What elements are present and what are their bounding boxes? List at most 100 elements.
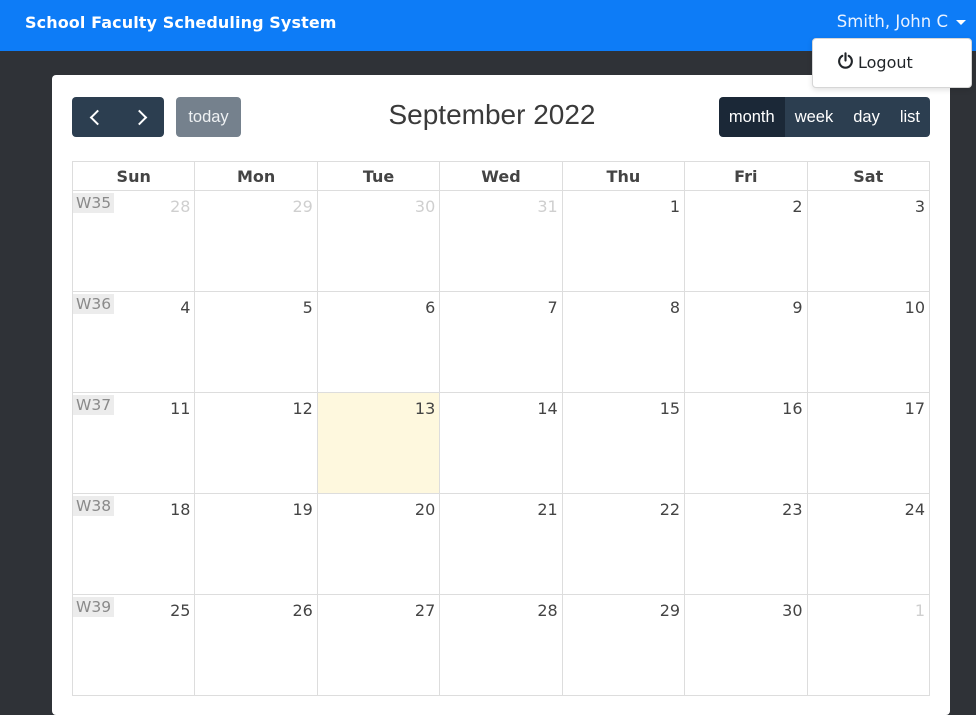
day-number[interactable]: 17 bbox=[905, 399, 925, 418]
prev-next-group bbox=[72, 97, 164, 137]
day-cell[interactable]: 8 bbox=[561, 291, 686, 393]
day-header-wed: Wed bbox=[439, 161, 563, 191]
day-cell[interactable]: 10 bbox=[806, 291, 931, 393]
day-number[interactable]: 11 bbox=[170, 399, 190, 418]
day-cell[interactable]: 23 bbox=[684, 493, 808, 595]
day-number[interactable]: 6 bbox=[425, 298, 435, 317]
day-number[interactable]: 23 bbox=[782, 500, 802, 519]
day-number[interactable]: 29 bbox=[660, 601, 680, 620]
day-cell[interactable]: 20 bbox=[316, 493, 441, 595]
day-header-mon: Mon bbox=[194, 161, 318, 191]
day-cell[interactable]: 5 bbox=[194, 291, 318, 393]
caret-down-icon bbox=[956, 20, 966, 25]
week-row: W35 28 29 30 31 1 2 3 bbox=[71, 190, 931, 292]
view-week-button[interactable]: week bbox=[784, 97, 844, 137]
calendar-card: today September 2022 month week day list Su… bbox=[52, 75, 950, 715]
day-number[interactable]: 21 bbox=[537, 500, 557, 519]
day-cell[interactable]: 19 bbox=[194, 493, 318, 595]
day-number[interactable]: 25 bbox=[170, 601, 190, 620]
day-number[interactable]: 28 bbox=[170, 197, 190, 216]
day-number[interactable]: 5 bbox=[303, 298, 313, 317]
day-number[interactable]: 16 bbox=[782, 399, 802, 418]
day-number[interactable]: 22 bbox=[660, 500, 680, 519]
day-number[interactable]: 28 bbox=[537, 601, 557, 620]
day-number[interactable]: 30 bbox=[415, 197, 435, 216]
day-header-thu: Thu bbox=[561, 161, 686, 191]
day-number[interactable]: 3 bbox=[915, 197, 925, 216]
day-cell[interactable]: 29 bbox=[561, 594, 686, 696]
day-cell[interactable]: 29 bbox=[194, 190, 318, 292]
logout-menu-item[interactable]: Logout bbox=[837, 52, 913, 73]
day-number[interactable]: 19 bbox=[292, 500, 312, 519]
day-number[interactable]: 14 bbox=[537, 399, 557, 418]
day-number[interactable]: 7 bbox=[548, 298, 558, 317]
user-name: Smith, John C bbox=[836, 12, 948, 31]
user-menu-toggle[interactable]: Smith, John C bbox=[837, 12, 966, 31]
week-number[interactable]: W35 bbox=[73, 193, 115, 213]
day-number[interactable]: 4 bbox=[180, 298, 190, 317]
day-cell[interactable]: 12 bbox=[194, 392, 318, 494]
week-number[interactable]: W39 bbox=[73, 597, 115, 617]
day-cell[interactable]: 9 bbox=[684, 291, 808, 393]
day-cell[interactable]: 24 bbox=[806, 493, 931, 595]
day-cell[interactable]: 1 bbox=[806, 594, 931, 696]
month-grid-body: W35 28 29 30 31 1 2 3 W36 4 5 6 7 8 9 10 W37 11 12 13 14 15 16… bbox=[71, 190, 931, 696]
day-cell[interactable]: 17 bbox=[806, 392, 931, 494]
today-button[interactable]: today bbox=[176, 97, 241, 137]
day-number[interactable]: 26 bbox=[292, 601, 312, 620]
day-cell[interactable]: 30 bbox=[316, 190, 441, 292]
day-number[interactable]: 13 bbox=[415, 399, 435, 418]
week-number[interactable]: W36 bbox=[73, 294, 115, 314]
day-header-fri: Fri bbox=[684, 161, 808, 191]
day-header-sun: Sun bbox=[71, 161, 196, 191]
day-number[interactable]: 15 bbox=[660, 399, 680, 418]
day-cell[interactable]: 16 bbox=[684, 392, 808, 494]
day-number[interactable]: 27 bbox=[415, 601, 435, 620]
day-cell[interactable]: 14 bbox=[439, 392, 563, 494]
day-number[interactable]: 24 bbox=[905, 500, 925, 519]
day-cell[interactable]: 31 bbox=[439, 190, 563, 292]
view-switcher: month week day list bbox=[718, 97, 930, 137]
logout-label: Logout bbox=[858, 53, 913, 72]
day-cell[interactable]: 27 bbox=[316, 594, 441, 696]
day-cell[interactable]: 28 bbox=[439, 594, 563, 696]
week-number[interactable]: W37 bbox=[73, 395, 115, 415]
day-number[interactable]: 31 bbox=[537, 197, 557, 216]
day-cell[interactable]: 7 bbox=[439, 291, 563, 393]
day-cell[interactable]: 6 bbox=[316, 291, 441, 393]
day-cell[interactable]: 13 bbox=[316, 392, 441, 494]
day-cell[interactable]: 15 bbox=[561, 392, 686, 494]
day-number[interactable]: 1 bbox=[915, 601, 925, 620]
day-number[interactable]: 2 bbox=[792, 197, 802, 216]
day-cell[interactable]: W36 4 bbox=[71, 291, 196, 393]
view-month-button[interactable]: month bbox=[718, 97, 785, 137]
day-number[interactable]: 29 bbox=[292, 197, 312, 216]
day-cell[interactable]: 3 bbox=[806, 190, 931, 292]
day-number[interactable]: 20 bbox=[415, 500, 435, 519]
day-cell[interactable]: 1 bbox=[561, 190, 686, 292]
day-number[interactable]: 12 bbox=[292, 399, 312, 418]
week-number[interactable]: W38 bbox=[73, 496, 115, 516]
day-cell[interactable]: 22 bbox=[561, 493, 686, 595]
day-number[interactable]: 8 bbox=[670, 298, 680, 317]
day-cell[interactable]: W35 28 bbox=[71, 190, 196, 292]
day-cell[interactable]: 21 bbox=[439, 493, 563, 595]
day-cell[interactable]: W39 25 bbox=[71, 594, 196, 696]
day-cell[interactable]: W38 18 bbox=[71, 493, 196, 595]
day-number[interactable]: 9 bbox=[792, 298, 802, 317]
app-brand[interactable]: School Faculty Scheduling System bbox=[25, 13, 337, 32]
day-number[interactable]: 30 bbox=[782, 601, 802, 620]
view-day-button[interactable]: day bbox=[843, 97, 890, 137]
week-row: W37 11 12 13 14 15 16 17 bbox=[71, 392, 931, 494]
chevron-left-icon bbox=[89, 109, 105, 125]
day-number[interactable]: 18 bbox=[170, 500, 190, 519]
day-cell[interactable]: 2 bbox=[684, 190, 808, 292]
day-number[interactable]: 1 bbox=[670, 197, 680, 216]
day-cell[interactable]: 30 bbox=[684, 594, 808, 696]
view-list-button[interactable]: list bbox=[889, 97, 930, 137]
day-number[interactable]: 10 bbox=[905, 298, 925, 317]
next-button[interactable] bbox=[118, 97, 164, 137]
day-cell[interactable]: 26 bbox=[194, 594, 318, 696]
day-cell[interactable]: W37 11 bbox=[71, 392, 196, 494]
prev-button[interactable] bbox=[72, 97, 118, 137]
